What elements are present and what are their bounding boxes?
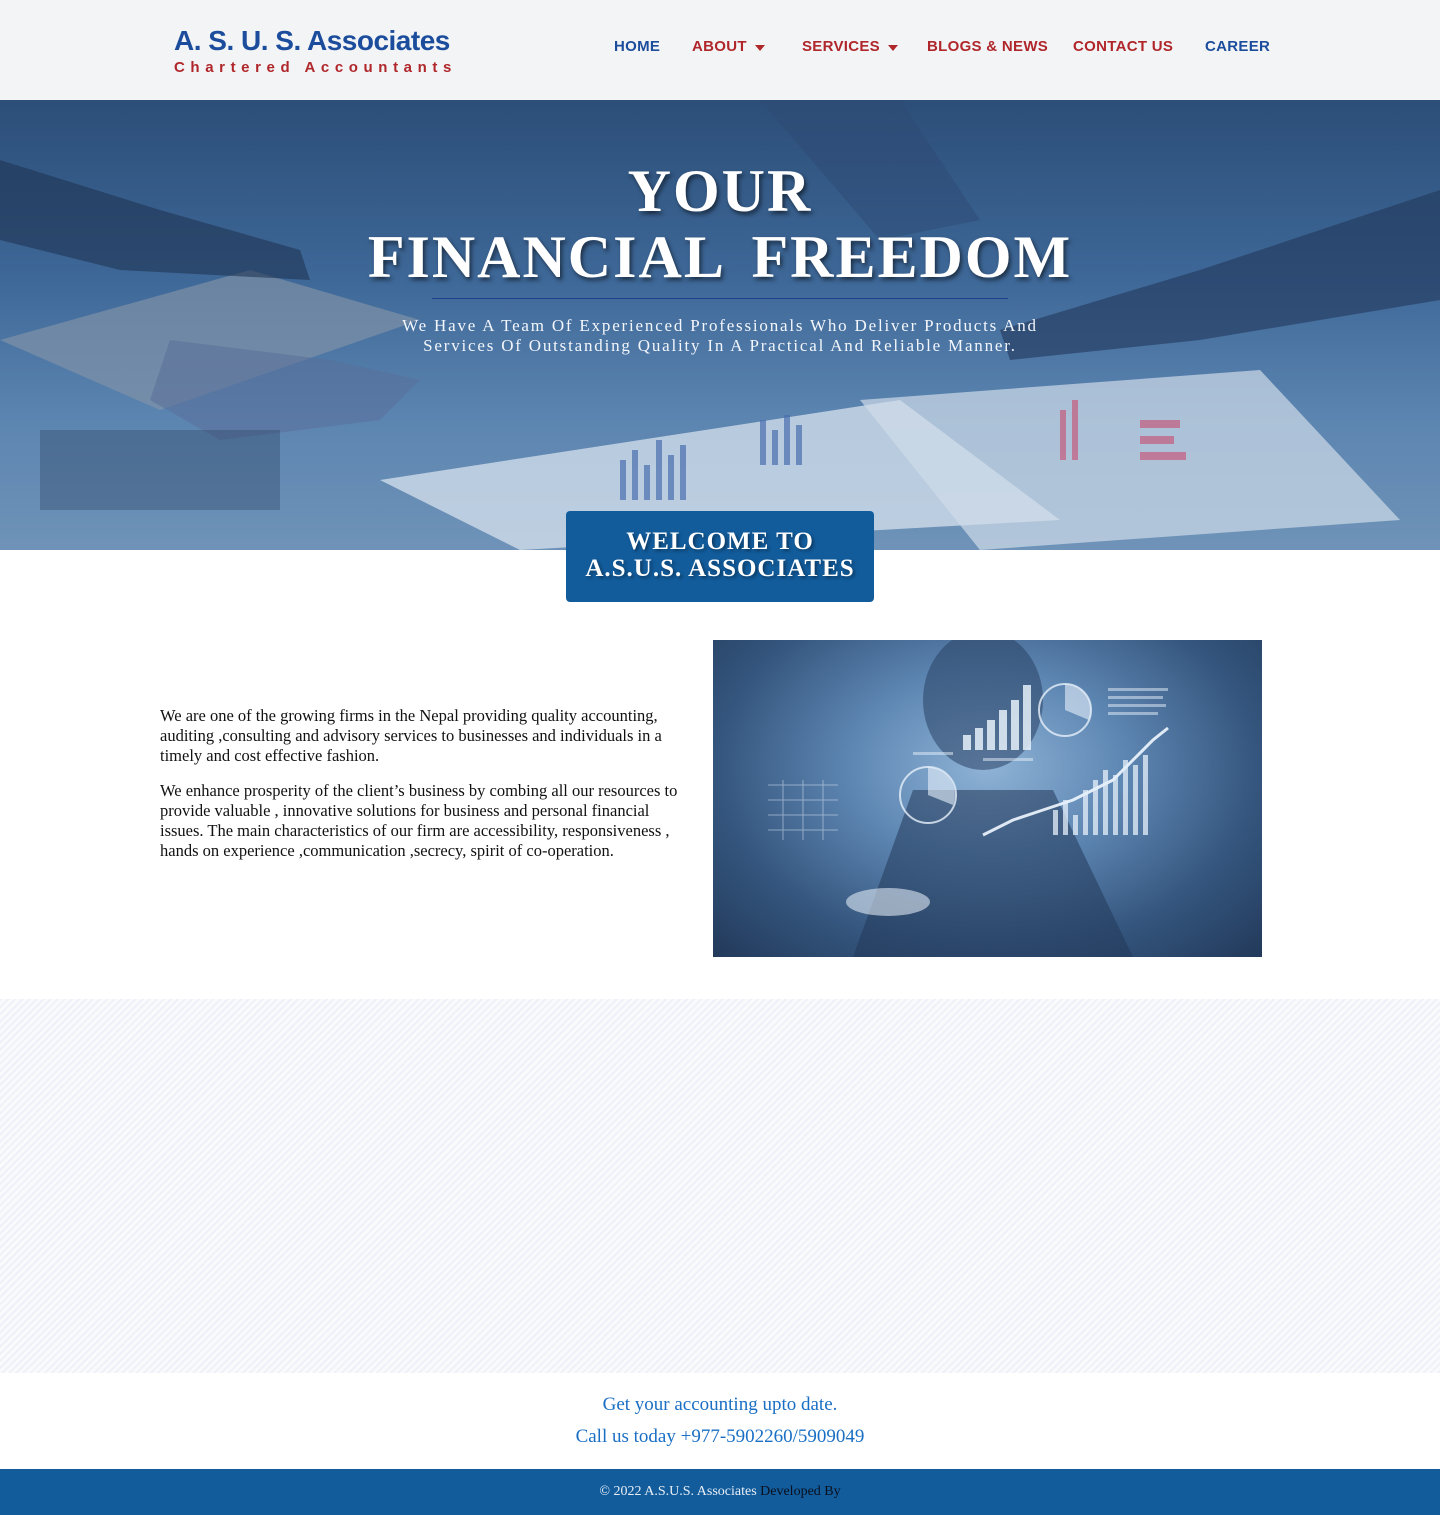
hero-title-line2: FINANCIAL FREEDOM — [367, 224, 1073, 290]
nav-blogs-news[interactable]: BLOGS & NEWS — [927, 38, 1048, 55]
nav-about-label: ABOUT — [692, 38, 747, 55]
footer-copyright: © 2022 A.S.U.S. Associates — [599, 1484, 757, 1499]
nav-career-label: CAREER — [1205, 38, 1271, 55]
footer-developed-by[interactable]: Developed By — [760, 1484, 840, 1499]
hero-title-line1: YOUR — [627, 158, 813, 224]
nav-contact-us[interactable]: CONTACT US — [1073, 38, 1173, 55]
nav-home-label: HOME — [614, 38, 661, 55]
caret-down-icon — [888, 44, 898, 51]
hero-divider — [432, 298, 1008, 299]
hero-banner: YOUR FINANCIAL FREEDOM We Have A Team Of… — [0, 100, 1440, 550]
welcome-line2: A.S.U.S. ASSOCIATES — [585, 555, 855, 582]
nav-blogs-label: BLOGS & NEWS — [927, 38, 1049, 55]
caret-down-icon — [754, 44, 765, 51]
site-footer: © 2022 A.S.U.S. Associates Developed By — [0, 1469, 1440, 1515]
cta-phone[interactable]: Call us today +977-5902260/5909049 — [0, 1426, 1440, 1448]
hero-subtitle: We Have A Team Of Experienced Profession… — [402, 316, 1038, 355]
about-section: We are one of the growing firms in the N… — [160, 706, 680, 877]
welcome-badge: WELCOME TO A.S.U.S. ASSOCIATES — [566, 511, 874, 602]
about-paragraph-2: We enhance prosperity of the client’s bu… — [160, 781, 678, 860]
nav-contact-label: CONTACT US — [1073, 38, 1174, 55]
main-nav: HOME ABOUT SERVICES BLOGS & NEWS CONTACT… — [0, 38, 1440, 62]
cta-headline: Get your accounting upto date. — [602, 1394, 838, 1415]
business-analytics-illustration — [768, 640, 1169, 957]
nav-career[interactable]: CAREER — [1205, 38, 1270, 55]
welcome-line1: WELCOME TO — [626, 528, 814, 555]
about-image — [713, 640, 1262, 957]
site-header: A. S. U. S. Associates Chartered Account… — [0, 0, 1440, 100]
about-paragraph-1: We are one of the growing firms in the N… — [160, 706, 662, 765]
pattern-section — [0, 999, 1440, 1373]
nav-home[interactable]: HOME — [614, 38, 660, 55]
nav-services[interactable]: SERVICES — [802, 38, 898, 55]
nav-about[interactable]: ABOUT — [692, 38, 765, 55]
nav-services-label: SERVICES — [802, 38, 880, 55]
